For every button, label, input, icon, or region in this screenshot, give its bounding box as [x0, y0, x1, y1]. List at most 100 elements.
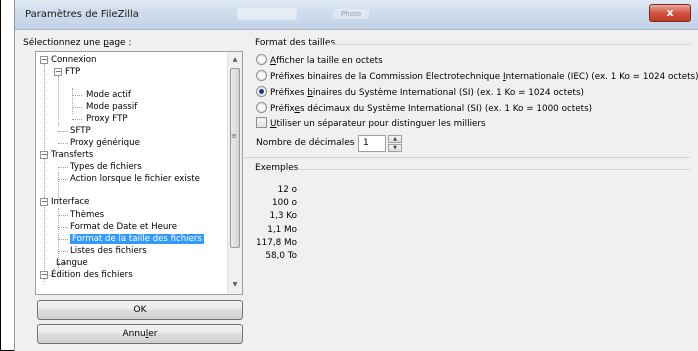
tree-line	[44, 64, 45, 198]
ok-button[interactable]: OK	[37, 300, 243, 320]
tree-item-label: Interface	[51, 197, 90, 207]
scroll-up-icon[interactable]: ▲	[230, 55, 240, 65]
cancel-label-post: er	[148, 329, 158, 339]
tree-item-label: Action lorsque le fichier existe	[70, 174, 200, 184]
tree-item-label: Listes des fichiers	[70, 246, 147, 256]
cancel-label-pre: Annu	[122, 329, 146, 339]
thousands-separator-option[interactable]: Utiliser un séparateur pour distinguer l…	[256, 117, 486, 131]
option-label-post: tiliser un séparateur pour distinguer le…	[276, 119, 486, 129]
example-value: 1,3 Ko	[269, 211, 298, 221]
tree-item-mode-passif[interactable]: Mode passif	[86, 101, 137, 113]
tree-line	[58, 227, 68, 228]
select-page-label-pre: Sélectionnez une	[23, 38, 104, 48]
option-label-post: nternationale (IEC) (ex. 1 Ko = 1024 oct…	[505, 72, 698, 82]
tree-line	[58, 251, 68, 252]
tree-item-types-de-fichiers[interactable]: Types de fichiers	[70, 161, 142, 173]
tree-line	[58, 167, 68, 168]
option-label-post: inaires du Système International (SI) (e…	[312, 88, 584, 98]
option-label-post: fficher la taille en octets	[276, 56, 383, 66]
tree-line	[58, 76, 59, 126]
radio-button-selected[interactable]	[256, 86, 267, 97]
option-label-pre: Préfix	[270, 104, 295, 114]
tree-line	[58, 239, 68, 240]
example-value: 1,1 Mo	[267, 225, 297, 235]
radio-button[interactable]	[256, 54, 267, 65]
background-tab-label: Photo	[333, 9, 369, 19]
option-label-post: s décimaux du Système International (SI)…	[299, 104, 593, 114]
collapse-icon[interactable]: −	[40, 150, 48, 159]
tree-item-listes-des-fichiers[interactable]: Listes des fichiers	[70, 245, 147, 257]
tree-item-ftp[interactable]: − FTP	[54, 66, 80, 78]
group-divider	[297, 169, 691, 170]
collapse-icon[interactable]: −	[54, 67, 62, 76]
spin-down-icon[interactable]: ▼	[388, 144, 402, 152]
tree-scrollbar[interactable]: ▲ ≡ ▼	[227, 52, 242, 294]
tree-item-label: Mode actif	[86, 90, 131, 100]
tree-item-sftp[interactable]: SFTP	[70, 125, 91, 137]
tree-item-action-fichier-existe[interactable]: Action lorsque le fichier existe	[70, 173, 200, 185]
spin-up-icon[interactable]: ▲	[388, 135, 402, 143]
examples-title: Exemples	[255, 163, 299, 173]
option-bytes[interactable]: Afficher la taille en octets	[256, 54, 383, 68]
tree-line	[58, 215, 68, 216]
radio-button[interactable]	[256, 70, 267, 81]
tree-item-label: Proxy générique	[70, 138, 140, 148]
tree-item-label: Format de Date et Heure	[70, 222, 177, 232]
option-label-pre: Préfixes	[270, 88, 308, 98]
option-si-decimal[interactable]: Préfixes décimaux du Système Internation…	[256, 102, 593, 116]
option-iec[interactable]: Préfixes binaires de la Commission Elect…	[256, 70, 698, 84]
close-button[interactable]: x	[649, 4, 691, 22]
collapse-icon[interactable]: −	[40, 270, 48, 279]
tree-item-label: Thèmes	[70, 210, 105, 220]
option-si-binary[interactable]: Préfixes binaires du Système Internation…	[256, 86, 584, 100]
checkbox[interactable]	[256, 117, 267, 128]
tree-item-label: Format de la taille des fichiers	[70, 234, 204, 244]
tree-line	[72, 119, 82, 120]
tree-item-format-date-heure[interactable]: Format de Date et Heure	[70, 221, 177, 233]
tree-item-label: Transferts	[51, 150, 94, 160]
tree-line	[58, 131, 68, 132]
tree-item-connexion[interactable]: − Connexion	[40, 54, 96, 66]
select-page-label-post: age :	[108, 38, 132, 48]
cancel-button[interactable]: Annuler	[37, 324, 243, 344]
ok-button-label: OK	[133, 305, 147, 315]
tree-item-label: SFTP	[70, 126, 91, 136]
example-value: 117,8 Mo	[256, 238, 297, 248]
title-bar[interactable]: Paramètres de FileZilla Photo x	[15, 0, 698, 30]
size-format-title: Format des tailles	[255, 38, 336, 48]
example-value: 100 o	[272, 198, 297, 208]
collapse-icon[interactable]: −	[40, 55, 48, 64]
settings-page-tree[interactable]: − Connexion − FTP Mode actif Mode passif P…	[35, 51, 243, 295]
tree-item-transferts[interactable]: − Transferts	[40, 149, 93, 161]
tree-item-interface[interactable]: − Interface	[40, 196, 89, 208]
scroll-down-icon[interactable]: ▼	[230, 280, 240, 290]
tree-item-label: Édition des fichiers	[51, 270, 133, 280]
tree-item-label: Langue	[56, 258, 88, 268]
example-value: 12 o	[277, 185, 297, 195]
radio-button[interactable]	[256, 102, 267, 113]
tree-item-format-taille-fichiers[interactable]: Format de la taille des fichiers	[70, 233, 204, 245]
tree-item-label: FTP	[65, 67, 81, 77]
tree-item-proxy-generique[interactable]: Proxy générique	[70, 137, 140, 149]
tree-line	[58, 143, 68, 144]
option-label-pre: Préfixes binaires de la Commission Elect…	[270, 72, 503, 82]
tree-item-themes[interactable]: Thèmes	[70, 209, 104, 221]
tree-item-langue[interactable]: Langue	[56, 257, 88, 269]
settings-dialog: Paramètres de FileZilla Photo x Sélectio…	[14, 0, 698, 351]
tree-item-label: Mode passif	[86, 102, 138, 112]
group-divider	[327, 44, 691, 45]
tree-item-edition-fichiers[interactable]: − Édition des fichiers	[40, 269, 133, 281]
scroll-thumb[interactable]	[230, 68, 240, 248]
group-divider	[241, 157, 691, 158]
tree-item-mode-actif[interactable]: Mode actif	[86, 89, 131, 101]
collapse-icon[interactable]: −	[40, 197, 48, 206]
tree-item-label: Proxy FTP	[86, 114, 128, 124]
decimals-input[interactable]: 1	[358, 135, 386, 152]
example-value: 58,0 To	[265, 251, 297, 261]
decimals-label: Nombre de décimales :	[256, 138, 361, 148]
tree-line	[58, 179, 68, 180]
tree-item-proxy-ftp[interactable]: Proxy FTP	[86, 113, 128, 125]
grip-icon: ≡	[231, 132, 237, 140]
tree-line	[72, 107, 82, 108]
select-page-label: Sélectionnez une page :	[23, 38, 132, 48]
